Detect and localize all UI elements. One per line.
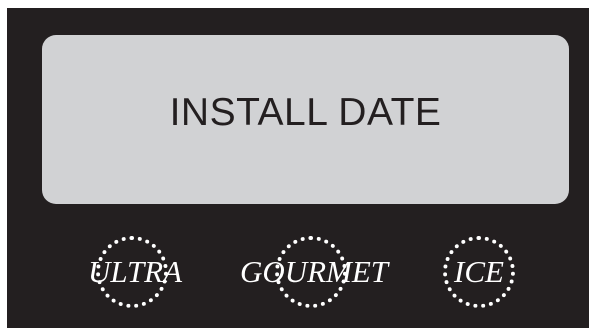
gourmet-button[interactable]: GOURMET	[229, 230, 399, 320]
lcd-display: INSTALL DATE	[42, 35, 569, 204]
ultra-button[interactable]: ULTRA	[79, 230, 191, 320]
button-row: ULTRA GOURMET ICE	[7, 230, 589, 320]
ultra-button-label: ULTRA	[87, 254, 183, 289]
control-panel: INSTALL DATE ULTRA GOURMET ICE	[7, 8, 589, 328]
display-message: INSTALL DATE	[169, 90, 442, 134]
ice-button-label: ICE	[454, 254, 504, 289]
gourmet-button-label: GOURMET	[239, 254, 389, 289]
ice-button[interactable]: ICE	[434, 230, 524, 320]
